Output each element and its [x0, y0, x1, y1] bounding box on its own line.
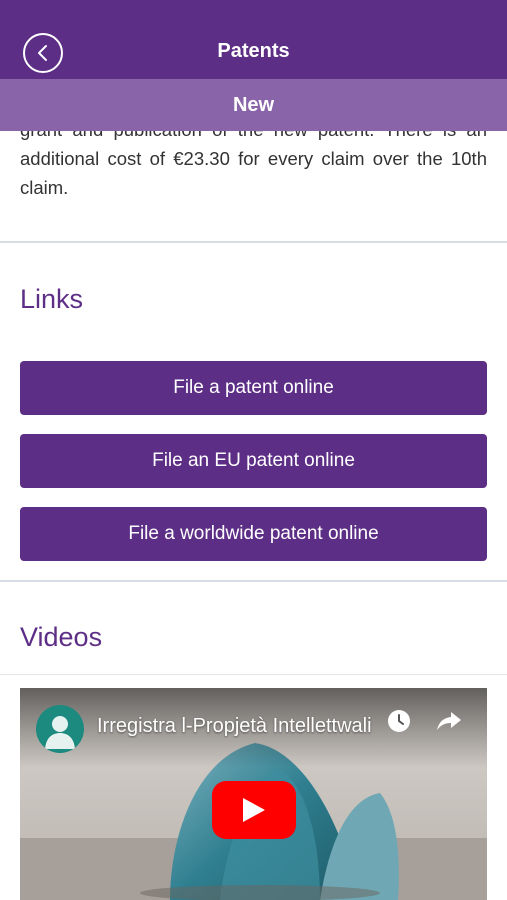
- channel-avatar[interactable]: [36, 705, 84, 753]
- scroll-content[interactable]: grant and publication of the new patent.…: [0, 0, 507, 900]
- user-icon: [45, 716, 75, 749]
- file-eu-patent-online-button[interactable]: File an EU patent online: [20, 434, 487, 488]
- play-icon: [243, 798, 265, 822]
- video-player[interactable]: Irregistra l-Propjetà Intellettwali: [20, 688, 487, 900]
- section-header: New: [0, 79, 507, 131]
- clock-icon[interactable]: [386, 708, 412, 734]
- divider: [0, 674, 507, 675]
- divider: [0, 241, 507, 243]
- play-button[interactable]: [212, 781, 296, 839]
- file-worldwide-patent-online-button[interactable]: File a worldwide patent online: [20, 507, 487, 561]
- videos-section-title: Videos: [20, 622, 103, 652]
- page-title: Patents: [217, 40, 290, 62]
- video-title[interactable]: Irregistra l-Propjetà Intellettwali: [97, 715, 377, 738]
- share-icon[interactable]: [436, 710, 462, 732]
- divider: [0, 580, 507, 582]
- app-header: Patents: [0, 0, 507, 79]
- file-patent-online-button[interactable]: File a patent online: [20, 361, 487, 415]
- links-section-title: Links: [20, 284, 84, 314]
